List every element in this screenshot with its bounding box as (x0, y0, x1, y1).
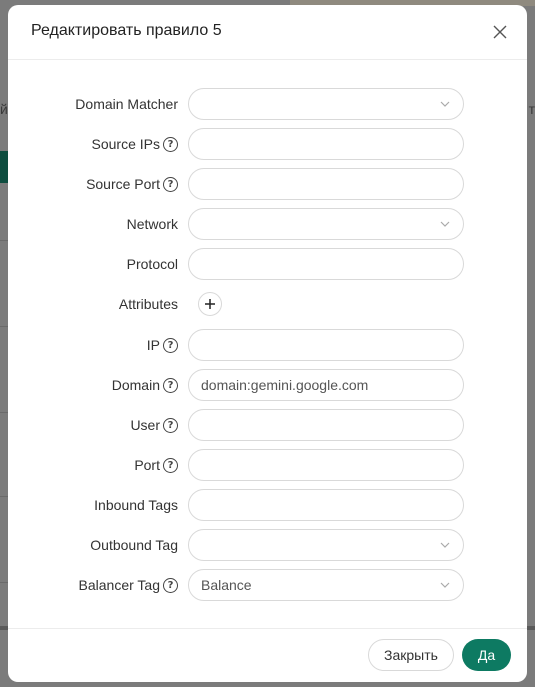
attributes-label: Attributes (118, 296, 178, 312)
network-select[interactable] (188, 208, 464, 240)
question-circle-icon[interactable]: ? (163, 417, 178, 433)
question-circle-icon[interactable]: ? (163, 337, 178, 353)
domain-matcher-row: Domain Matcher (8, 88, 527, 120)
user-label: User? (130, 409, 178, 441)
modal-header: Редактировать правило 5 (8, 5, 527, 60)
ip-row: IP? (8, 329, 527, 361)
chevron-down-icon (440, 582, 450, 588)
edit-rule-modal: Редактировать правило 5 Domain Matcher S… (8, 5, 527, 682)
background-left-text: й (0, 101, 8, 117)
domain-matcher-label: Domain Matcher (75, 96, 178, 112)
question-circle-icon[interactable]: ? (163, 457, 178, 473)
source-port-input[interactable] (188, 168, 464, 200)
protocol-row: Protocol (8, 248, 527, 280)
ip-input[interactable] (188, 329, 464, 361)
question-circle-icon[interactable]: ? (163, 577, 178, 593)
question-circle-icon[interactable]: ? (163, 176, 178, 192)
question-circle-icon[interactable]: ? (163, 377, 178, 393)
background-accent-block (0, 151, 8, 183)
source-ips-label: Source IPs? (92, 128, 178, 160)
source-port-label: Source Port? (86, 168, 178, 200)
plus-icon (205, 299, 215, 309)
user-row: User? (8, 409, 527, 441)
modal-footer: Закрыть Да (8, 628, 527, 682)
chevron-down-icon (440, 221, 450, 227)
network-row: Network (8, 208, 527, 240)
background-right-text: т (528, 101, 535, 117)
network-label: Network (126, 216, 178, 232)
user-input[interactable] (188, 409, 464, 441)
inbound-tags-label: Inbound Tags (94, 497, 178, 513)
background-divider (0, 240, 8, 241)
inbound-tags-row: Inbound Tags (8, 489, 527, 521)
balancer-tag-value: Balance (201, 577, 252, 593)
background-divider (0, 582, 8, 583)
domain-input[interactable] (188, 369, 464, 401)
outbound-tag-row: Outbound Tag (8, 529, 527, 561)
source-ips-row: Source IPs? (8, 128, 527, 160)
outbound-tag-label: Outbound Tag (90, 537, 178, 553)
domain-label: Domain? (112, 369, 178, 401)
domain-matcher-select[interactable] (188, 88, 464, 120)
ip-label: IP? (147, 329, 178, 361)
background-divider (0, 412, 8, 413)
port-row: Port? (8, 449, 527, 481)
source-port-row: Source Port? (8, 168, 527, 200)
inbound-tags-input[interactable] (188, 489, 464, 521)
close-button-footer[interactable]: Закрыть (368, 639, 454, 671)
balancer-tag-label: Balancer Tag? (79, 569, 178, 601)
background-divider (0, 326, 8, 327)
port-input[interactable] (188, 449, 464, 481)
add-attribute-button[interactable] (198, 292, 222, 316)
chevron-down-icon (440, 101, 450, 107)
question-circle-icon[interactable]: ? (163, 136, 178, 152)
ok-button[interactable]: Да (462, 639, 511, 671)
balancer-tag-row: Balancer Tag? Balance (8, 569, 527, 601)
modal-title: Редактировать правило 5 (31, 22, 222, 39)
source-ips-input[interactable] (188, 128, 464, 160)
chevron-down-icon (440, 542, 450, 548)
close-button[interactable] (489, 21, 511, 43)
balancer-tag-select[interactable]: Balance (188, 569, 464, 601)
protocol-label: Protocol (126, 256, 178, 272)
background-divider (0, 496, 8, 497)
protocol-input[interactable] (188, 248, 464, 280)
domain-row: Domain? (8, 369, 527, 401)
port-label: Port? (134, 449, 178, 481)
attributes-row: Attributes (8, 288, 527, 320)
outbound-tag-select[interactable] (188, 529, 464, 561)
close-icon (493, 25, 507, 39)
